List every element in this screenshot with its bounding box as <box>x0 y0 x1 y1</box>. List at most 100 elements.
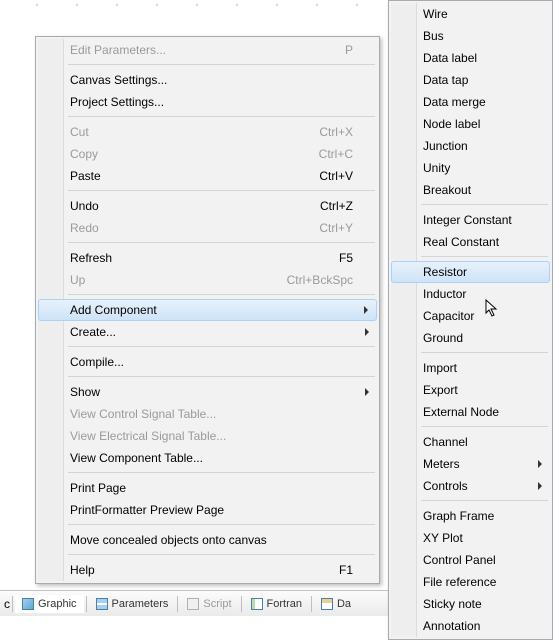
tab-label: Fortran <box>267 598 302 610</box>
menu-item-junction[interactable]: Junction <box>391 135 550 157</box>
menu-item-create[interactable]: Create... <box>38 321 377 343</box>
menu-item-graph-frame[interactable]: Graph Frame <box>391 505 550 527</box>
menu-item-inductor[interactable]: Inductor <box>391 283 550 305</box>
menu-item-data-tap[interactable]: Data tap <box>391 69 550 91</box>
menu-item-resistor[interactable]: Resistor <box>391 261 550 283</box>
tab-label: Parameters <box>112 598 169 610</box>
menu-item-label: Paste <box>70 169 101 183</box>
menu-item-label: Data tap <box>423 73 468 87</box>
menu-item-capacitor[interactable]: Capacitor <box>391 305 550 327</box>
tab-parameters[interactable]: Parameters <box>89 595 176 613</box>
menu-separator <box>68 374 375 380</box>
menu-item-label: Add Component <box>70 303 157 317</box>
tab-separator <box>311 596 312 612</box>
menu-item-external-node[interactable]: External Node <box>391 401 550 423</box>
menu-item-wire[interactable]: Wire <box>391 3 550 25</box>
menu-item-label: Resistor <box>423 265 467 279</box>
submenu-arrow-icon <box>538 482 542 490</box>
menu-separator <box>68 522 375 528</box>
menu-item-label: Data merge <box>423 95 486 109</box>
menu-item-sticky-note[interactable]: Sticky note <box>391 593 550 615</box>
menu-item-view-electrical-signal-table[interactable]: View Electrical Signal Table... <box>38 425 377 447</box>
menu-item-copy[interactable]: CopyCtrl+C <box>38 143 377 165</box>
menu-item-redo[interactable]: RedoCtrl+Y <box>38 217 377 239</box>
menu-item-label: Control Panel <box>423 553 496 567</box>
menu-item-real-constant[interactable]: Real Constant <box>391 231 550 253</box>
menu-item-control-panel[interactable]: Control Panel <box>391 549 550 571</box>
menu-item-view-component-table[interactable]: View Component Table... <box>38 447 377 469</box>
menu-item-project-settings[interactable]: Project Settings... <box>38 91 377 113</box>
menu-item-label: Wire <box>423 7 448 21</box>
menu-item-shortcut: Ctrl+X <box>289 125 353 139</box>
menu-item-xy-plot[interactable]: XY Plot <box>391 527 550 549</box>
menu-item-label: Project Settings... <box>70 95 164 109</box>
menu-item-integer-constant[interactable]: Integer Constant <box>391 209 550 231</box>
menu-item-data-label[interactable]: Data label <box>391 47 550 69</box>
menu-item-meters[interactable]: Meters <box>391 453 550 475</box>
menu-item-add-component[interactable]: Add Component <box>38 299 377 321</box>
context-menu-add-component: Wire BusData label Data tap Data merge Node … <box>388 0 553 640</box>
graphic-icon <box>22 598 34 610</box>
menu-item-label: Create... <box>70 325 116 339</box>
menu-item-shortcut: Ctrl+V <box>289 169 353 183</box>
menu-item-move-concealed-objects[interactable]: Move concealed objects onto canvas <box>38 529 377 551</box>
menu-item-label: Junction <box>423 139 468 153</box>
menu-item-shortcut: F5 <box>309 251 353 265</box>
submenu-arrow-icon <box>364 306 368 314</box>
menu-item-compile[interactable]: Compile... <box>38 351 377 373</box>
fortran-icon <box>251 598 263 610</box>
menu-item-node-label[interactable]: Node label <box>391 113 550 135</box>
menu-item-label: Graph Frame <box>423 509 494 523</box>
menu-item-label: Up <box>70 273 85 287</box>
menu-item-help[interactable]: HelpF1 <box>38 559 377 581</box>
menu-item-cut[interactable]: Cut Ctrl+X <box>38 121 377 143</box>
menu-item-show[interactable]: Show <box>38 381 377 403</box>
menu-item-up[interactable]: UpCtrl+BckSpc <box>38 269 377 291</box>
menu-item-printformatter-preview-page[interactable]: PrintFormatter Preview Page <box>38 499 377 521</box>
submenu-arrow-icon <box>365 328 369 336</box>
menu-item-ground[interactable]: Ground <box>391 327 550 349</box>
menu-separator <box>421 424 548 430</box>
menu-item-label: Compile... <box>70 355 124 369</box>
tab-script[interactable]: Script <box>180 595 238 613</box>
menu-item-view-control-signal-table[interactable]: View Control Signal Table... <box>38 403 377 425</box>
menu-item-label: Unity <box>423 161 450 175</box>
menu-item-label: Show <box>70 385 100 399</box>
menu-item-label: Refresh <box>70 251 112 265</box>
menu-item-label: View Control Signal Table... <box>70 407 216 421</box>
menu-item-file-reference[interactable]: File reference <box>391 571 550 593</box>
menu-item-undo[interactable]: UndoCtrl+Z <box>38 195 377 217</box>
menu-item-label: Ground <box>423 331 463 345</box>
menu-item-label: View Electrical Signal Table... <box>70 429 226 443</box>
tab-fortran[interactable]: Fortran <box>244 595 309 613</box>
menu-item-shortcut: Ctrl+Z <box>290 199 353 213</box>
tab-separator <box>12 596 13 612</box>
menu-item-shortcut: F1 <box>309 563 353 577</box>
menu-item-breakout[interactable]: Breakout <box>391 179 550 201</box>
menu-item-channel[interactable]: Channel <box>391 431 550 453</box>
tab-separator <box>177 596 178 612</box>
menu-item-paste[interactable]: Paste Ctrl+V <box>38 165 377 187</box>
menu-item-shortcut: P <box>315 43 353 57</box>
menu-item-edit-parameters[interactable]: Edit Parameters...P <box>38 39 377 61</box>
menu-item-controls[interactable]: Controls <box>391 475 550 497</box>
menu-item-import[interactable]: Import <box>391 357 550 379</box>
menu-item-print-page[interactable]: Print Page <box>38 477 377 499</box>
menu-item-unity[interactable]: Unity <box>391 157 550 179</box>
menu-separator <box>68 240 375 246</box>
menu-item-canvas-settings[interactable]: Canvas Settings... <box>38 69 377 91</box>
menu-item-label: Cut <box>70 125 89 139</box>
menu-item-refresh[interactable]: Refresh F5 <box>38 247 377 269</box>
menu-item-label: Inductor <box>423 287 466 301</box>
menu-item-label: Import <box>423 361 457 375</box>
menu-item-label: View Component Table... <box>70 451 203 465</box>
menu-item-bus[interactable]: Bus <box>391 25 550 47</box>
menu-item-annotation[interactable]: Annotation <box>391 615 550 637</box>
tab-graphic[interactable]: Graphic <box>15 595 84 613</box>
tab-dat[interactable]: Da <box>314 595 358 613</box>
menu-separator <box>68 470 375 476</box>
menu-separator <box>68 344 375 350</box>
menu-item-label: PrintFormatter Preview Page <box>70 503 224 517</box>
menu-item-export[interactable]: Export <box>391 379 550 401</box>
menu-item-data-merge[interactable]: Data merge <box>391 91 550 113</box>
